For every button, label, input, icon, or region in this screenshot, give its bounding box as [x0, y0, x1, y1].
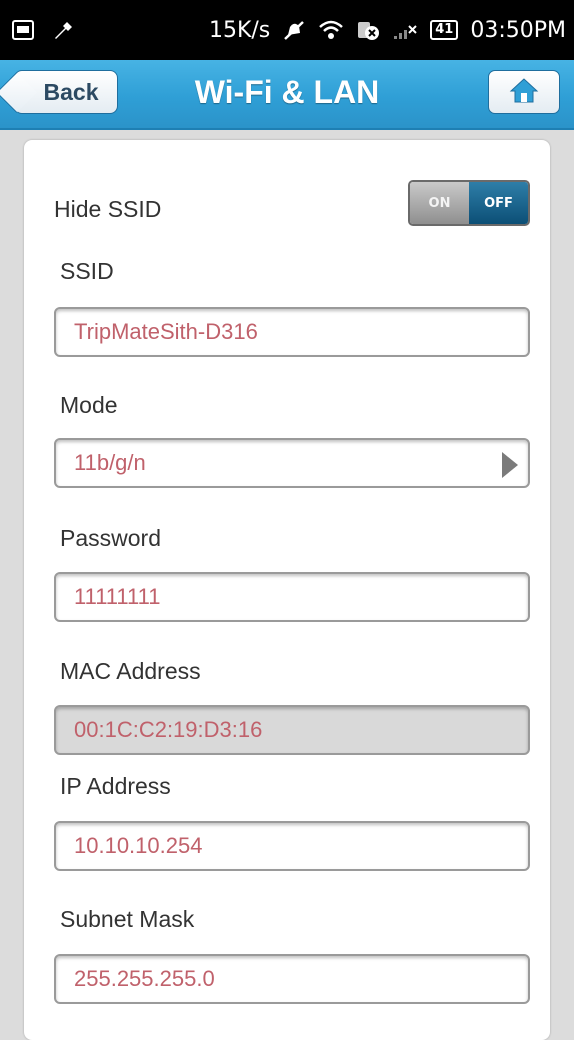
tools-icon	[52, 18, 76, 42]
status-bar: 15K/s 41 03:50PM	[0, 0, 574, 60]
back-button-label: Back	[43, 78, 99, 105]
subnet-mask-field[interactable]: 255.255.255.0	[54, 954, 530, 1004]
dropdown-arrow-icon	[502, 452, 518, 478]
screenshot-icon	[12, 20, 34, 40]
back-button[interactable]: Back	[14, 70, 118, 114]
signal-icon	[392, 20, 418, 40]
ssid-field[interactable]: TripMateSith-D316	[54, 307, 530, 357]
ip-address-label: IP Address	[60, 773, 171, 799]
hide-ssid-toggle[interactable]: ON OFF	[408, 180, 530, 226]
sim-error-icon	[356, 19, 380, 41]
password-label: Password	[60, 525, 161, 551]
title-bar: Wi-Fi & LAN Back	[0, 60, 574, 130]
mode-select[interactable]: 11b/g/n	[54, 438, 530, 488]
subnet-mask-label: Subnet Mask	[60, 906, 195, 932]
toggle-on-option[interactable]: ON	[410, 182, 469, 224]
network-speed: 15K/s	[208, 17, 271, 43]
home-icon	[509, 76, 539, 109]
mac-address-label: MAC Address	[60, 658, 201, 684]
password-field[interactable]: 11111111	[54, 572, 530, 622]
mode-value: 11b/g/n	[74, 450, 146, 475]
wifi-icon	[318, 19, 344, 41]
battery-indicator: 41	[430, 20, 459, 40]
settings-card: Hide SSID ON OFF SSID TripMateSith-D316 …	[24, 140, 550, 1040]
clock: 03:50PM	[470, 17, 566, 43]
ip-address-field[interactable]: 10.10.10.254	[54, 821, 530, 871]
mode-label: Mode	[60, 392, 118, 418]
toggle-off-option[interactable]: OFF	[469, 182, 528, 224]
ssid-label: SSID	[60, 258, 114, 284]
mac-address-field: 00:1C:C2:19:D3:16	[54, 705, 530, 755]
muted-bell-icon	[282, 18, 306, 42]
home-button[interactable]	[488, 70, 560, 114]
hide-ssid-label: Hide SSID	[54, 196, 162, 222]
